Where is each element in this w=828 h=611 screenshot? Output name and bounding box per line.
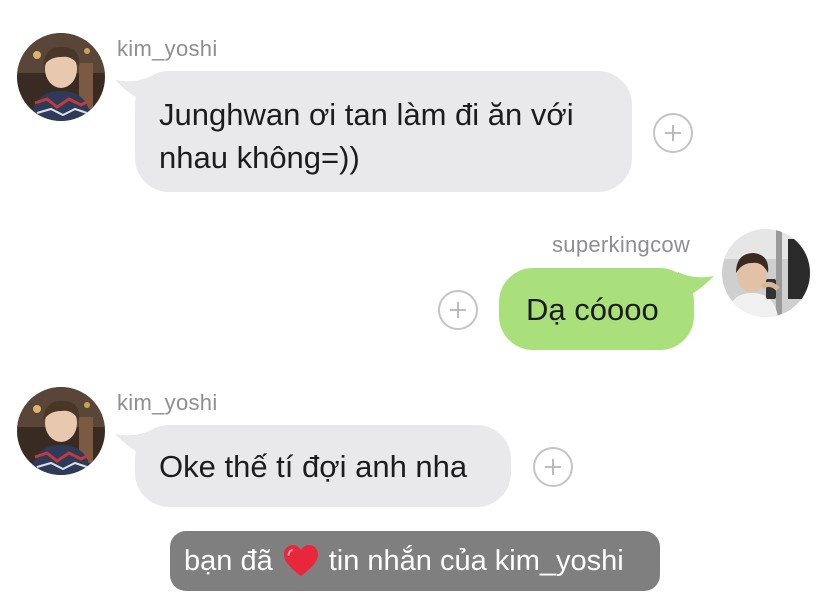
add-reaction-icon	[544, 458, 562, 476]
avatar-kim-yoshi[interactable]	[17, 33, 105, 121]
add-reaction-icon	[449, 301, 467, 319]
add-reaction-button[interactable]	[653, 113, 693, 153]
message-bubble[interactable]: Junghwan ơi tan làm đi ăn với nhau không…	[135, 71, 632, 192]
add-reaction-icon	[664, 124, 682, 142]
add-reaction-button[interactable]	[438, 290, 478, 330]
heart-icon	[283, 544, 319, 578]
message-bubble[interactable]: Oke thế tí đợi anh nha	[135, 425, 511, 507]
user-avatar-photo-icon	[17, 33, 105, 121]
user-avatar-photo-icon	[17, 387, 105, 475]
message-text-line: nhau không=))	[159, 140, 360, 175]
message-text-line: Dạ cóooo	[526, 292, 659, 327]
avatar-kim-yoshi[interactable]	[17, 387, 105, 475]
message-bubble[interactable]: Dạ cóooo	[499, 268, 694, 350]
user-avatar-photo-icon	[722, 229, 810, 317]
avatar-superkingcow[interactable]	[722, 229, 810, 317]
sender-name: kim_yoshi	[117, 36, 218, 61]
notice-prefix: bạn đã	[184, 544, 273, 577]
notice-suffix: tin nhắn của kim_yoshi	[328, 544, 624, 577]
message-text-line: Oke thế tí đợi anh nha	[159, 449, 468, 484]
reaction-notice: bạn đã tin nhắn của kim_yoshi	[170, 531, 660, 591]
sender-name: kim_yoshi	[117, 390, 218, 415]
sender-name: superkingcow	[552, 232, 691, 257]
message-text-line: Junghwan ơi tan làm đi ăn với	[159, 97, 574, 132]
add-reaction-button[interactable]	[533, 447, 573, 487]
